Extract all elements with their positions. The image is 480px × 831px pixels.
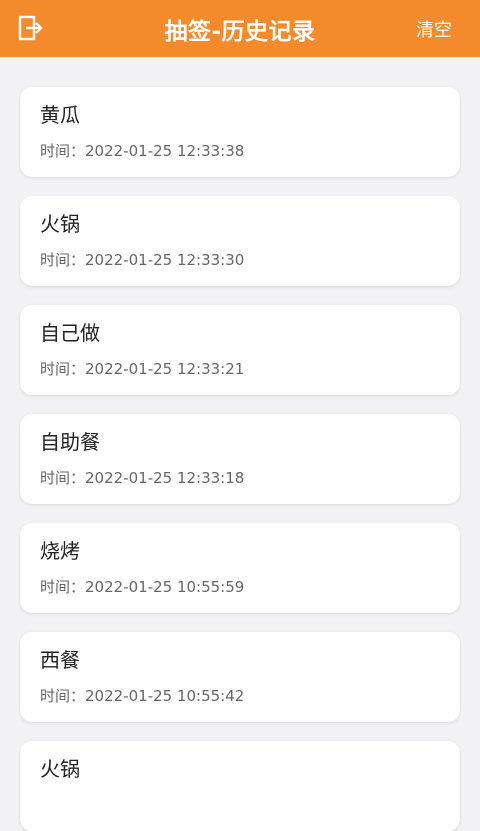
item-time: 时间：2022-01-25 12:33:18 (40, 468, 440, 488)
list-item[interactable]: 火锅 (20, 741, 460, 831)
time-prefix: 时间： (40, 687, 86, 705)
page-title: 抽签-历史记录 (164, 18, 316, 45)
item-name: 自助餐 (40, 430, 100, 454)
list-item[interactable]: 火锅 时间：2022-01-25 12:33:30 (20, 196, 460, 286)
item-time: 时间：2022-01-25 10:55:59 (40, 577, 440, 597)
time-value: 2022-01-25 12:33:38 (85, 142, 245, 160)
list-item[interactable]: 西餐 时间：2022-01-25 10:55:42 (20, 632, 460, 722)
list-item[interactable]: 烧烤 时间：2022-01-25 10:55:59 (20, 523, 460, 613)
item-name: 黄瓜 (40, 103, 80, 127)
item-name: 自己做 (40, 321, 100, 345)
time-prefix: 时间： (40, 469, 86, 487)
time-prefix: 时间： (40, 142, 86, 160)
item-name: 火锅 (40, 212, 80, 236)
time-value: 2022-01-25 12:33:21 (85, 360, 245, 378)
history-list: 黄瓜 时间：2022-01-25 12:33:38 火锅 时间：2022-01-… (0, 57, 480, 831)
time-value: 2022-01-25 12:33:30 (85, 251, 245, 269)
time-prefix: 时间： (40, 360, 86, 378)
item-name: 烧烤 (40, 539, 80, 563)
time-prefix: 时间： (40, 578, 86, 596)
item-time: 时间：2022-01-25 12:33:21 (40, 359, 440, 379)
back-button[interactable] (12, 12, 48, 44)
item-name: 西餐 (40, 648, 80, 672)
item-time: 时间：2022-01-25 10:55:42 (40, 686, 440, 706)
time-value: 2022-01-25 12:33:18 (85, 469, 245, 487)
time-value: 2022-01-25 10:55:59 (85, 578, 245, 596)
list-item[interactable]: 黄瓜 时间：2022-01-25 12:33:38 (20, 87, 460, 177)
clear-button[interactable]: 清空 (416, 0, 452, 57)
item-time: 时间：2022-01-25 12:33:38 (40, 141, 440, 161)
item-time: 时间：2022-01-25 12:33:30 (40, 250, 440, 270)
list-item[interactable]: 自己做 时间：2022-01-25 12:33:21 (20, 305, 460, 395)
exit-door-icon (18, 15, 43, 41)
list-item[interactable]: 自助餐 时间：2022-01-25 12:33:18 (20, 414, 460, 504)
header-bar: 抽签-历史记录 清空 (0, 0, 480, 57)
time-value: 2022-01-25 10:55:42 (85, 687, 245, 705)
item-name: 火锅 (40, 757, 80, 781)
time-prefix: 时间： (40, 251, 86, 269)
